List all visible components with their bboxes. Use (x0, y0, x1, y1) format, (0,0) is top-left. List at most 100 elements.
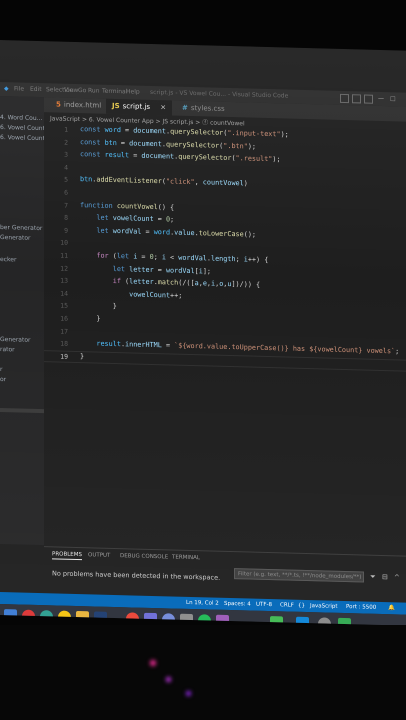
monitor-screen: ◆ File Edit Selection View Go Run Termin… (0, 40, 406, 626)
windows-start-icon[interactable] (4, 609, 17, 623)
code-line[interactable]: } (80, 314, 100, 323)
chrome-icon[interactable] (58, 610, 71, 624)
teams-icon[interactable] (180, 613, 193, 626)
status-encoding[interactable]: UTF-8 (256, 602, 272, 608)
search-icon[interactable] (22, 609, 35, 623)
maximize-panel-icon[interactable]: ^ (394, 573, 400, 581)
menu-terminal[interactable]: Terminal (102, 88, 127, 96)
line-number: 17 (60, 327, 68, 336)
menu-edit[interactable]: Edit (30, 86, 42, 93)
code-editor[interactable]: 1 2 3 4 5 6 7 8 9 10 11 12 13 14 15 16 17 18 19 const word… (44, 124, 406, 555)
explorer-item[interactable]: ecker (0, 256, 16, 263)
line-number: 4 (64, 163, 68, 172)
problems-message: No problems have been detected in the wo… (52, 569, 221, 582)
vscode-logo-icon: ◆ (4, 85, 9, 93)
store-icon[interactable] (144, 612, 157, 626)
panel-tab-output[interactable]: OUTPUT (88, 552, 110, 559)
filter-icon[interactable]: ⏷ (370, 573, 376, 581)
close-tab-icon[interactable]: × (160, 103, 166, 111)
code-line[interactable]: } (80, 301, 117, 310)
menu-view[interactable]: View (64, 87, 78, 94)
explorer-item[interactable]: r (0, 366, 2, 373)
layout-toggle-icon[interactable] (340, 93, 349, 104)
collapse-all-icon[interactable]: ⊟ (382, 573, 388, 581)
code-line[interactable]: btn.addEventListener("click", countVowel… (80, 175, 248, 187)
explorer-item[interactable]: or (0, 376, 6, 383)
code-line[interactable]: const result = document.querySelector(".… (80, 150, 281, 163)
status-braces-icon: {} (298, 602, 305, 609)
line-number: 13 (60, 276, 68, 285)
status-language[interactable]: JavaScript (310, 603, 338, 610)
sidebar-divider (0, 408, 44, 414)
code-line[interactable]: let vowelCount = 0; (80, 213, 174, 224)
tab-label: script.js (122, 102, 150, 111)
line-number: 1 (64, 125, 68, 134)
code-line[interactable]: if (letter.match(/([a,e,i,o,u])/)) { (80, 276, 260, 289)
menu-run[interactable]: Run (88, 87, 100, 94)
line-number: 9 (64, 226, 68, 235)
explorer-icon[interactable] (76, 610, 89, 625)
js-file-icon: JS (112, 101, 120, 111)
chrome-icon[interactable] (126, 612, 139, 626)
maximize-icon[interactable]: □ (390, 95, 396, 102)
code-line[interactable]: const btn = document.querySelector(".btn… (80, 138, 256, 151)
tab-index-html[interactable]: 5 index.html (50, 97, 107, 113)
game-icon[interactable] (216, 614, 229, 626)
line-number: 11 (60, 251, 68, 260)
tab-script-js[interactable]: JS script.js × (106, 98, 173, 116)
explorer-item[interactable]: Generator (0, 234, 30, 242)
line-number: 6 (64, 188, 68, 197)
problems-filter-input[interactable]: Filter (e.g. text, **/*.ts, !**/node_mod… (234, 568, 364, 583)
explorer-sidebar: 4. Word Cou... 6. Vowel Count... 6. Vowe… (0, 96, 44, 546)
photoshop-icon[interactable] (94, 611, 107, 625)
explorer-item[interactable]: 6. Vowel Count... (0, 134, 44, 142)
tab-label: index.html (63, 100, 102, 110)
menu-file[interactable]: File (14, 85, 24, 92)
tab-label: styles.css (190, 103, 225, 113)
status-cursor-position[interactable]: Ln 19, Col 2 (186, 600, 219, 607)
panel-tab-problems[interactable]: PROBLEMS (52, 551, 83, 561)
status-eol[interactable]: CRLF (280, 602, 294, 608)
panel-tab-terminal[interactable]: TERMINAL (172, 555, 200, 562)
window-title: script.js - VS Vowel Cou... - Visual Stu… (150, 88, 289, 100)
line-number: 18 (60, 339, 68, 348)
status-spaces[interactable]: Spaces: 4 (224, 601, 251, 608)
status-live-server-port[interactable]: Port : 5500 (346, 604, 376, 611)
rgb-light (186, 691, 191, 696)
menu-help[interactable]: Help (126, 88, 140, 95)
explorer-item[interactable]: Generator (0, 336, 30, 344)
explorer-item[interactable]: ber Generator (0, 224, 42, 232)
monitor-bezel (0, 625, 406, 720)
line-number: 2 (64, 138, 68, 147)
line-number: 10 (60, 238, 68, 248)
menu-go[interactable]: Go (78, 87, 86, 94)
line-number: 3 (64, 150, 68, 159)
html-file-icon: 5 (56, 100, 61, 109)
layout-split-icon[interactable] (364, 94, 373, 104)
layout-panel-icon[interactable] (352, 94, 361, 104)
rgb-light (150, 660, 156, 666)
line-number: 7 (64, 201, 68, 210)
notifications-bell-icon[interactable]: 🔔 (388, 605, 395, 611)
code-line[interactable]: let letter = wordVal[i]; (80, 264, 211, 276)
explorer-item[interactable]: 4. Word Cou... (0, 114, 42, 122)
code-line[interactable]: function countVowel() { (80, 201, 174, 211)
line-number: 15 (60, 301, 68, 311)
code-line[interactable]: vowelCount++; (80, 289, 182, 299)
explorer-item[interactable]: 6. Vowel Count... (0, 124, 44, 132)
discord-icon[interactable] (162, 613, 175, 626)
minimize-icon[interactable]: — (378, 95, 384, 102)
line-number: 5 (64, 176, 68, 185)
tab-styles-css[interactable]: # styles.css (176, 101, 231, 117)
code-line[interactable]: for (let i = 0; i < wordVal.length; i++)… (80, 251, 268, 265)
spotify-icon[interactable] (198, 614, 211, 626)
edge-icon[interactable] (40, 610, 53, 624)
code-line[interactable]: let wordVal = word.value.toLowerCase(); (80, 226, 256, 238)
explorer-item[interactable]: rator (0, 346, 15, 353)
panel-tab-debug-console[interactable]: DEBUG CONSOLE (120, 553, 168, 560)
line-number: 14 (60, 289, 68, 298)
line-number: 8 (64, 213, 68, 222)
line-number: 12 (60, 264, 68, 273)
code-line[interactable]: } (80, 352, 84, 360)
line-number: 16 (60, 314, 68, 323)
